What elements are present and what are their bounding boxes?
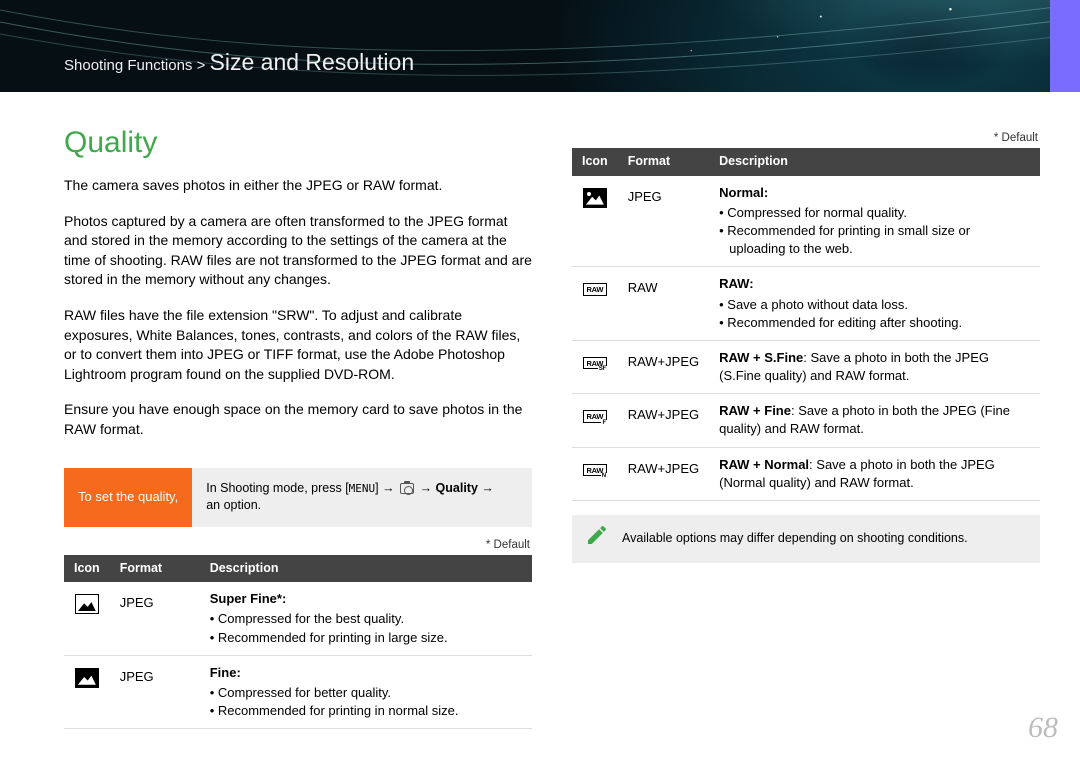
format-cell: RAW: [618, 267, 709, 341]
raw-icon: RAW: [583, 283, 607, 296]
para-1: The camera saves photos in either the JP…: [64, 176, 532, 196]
th-icon: Icon: [572, 148, 618, 176]
format-cell: RAW+JPEG: [618, 447, 709, 500]
table-row: RAWF RAW+JPEG RAW + Fine: Save a photo i…: [572, 394, 1040, 447]
page-body: Quality The camera saves photos in eithe…: [0, 92, 1080, 729]
camera-icon: [400, 483, 414, 494]
instr-text: In Shooting mode, press [: [206, 481, 348, 495]
raw-sfine-icon: RAWSF: [583, 357, 607, 370]
quality-table-right: Icon Format Description JPEG Normal: Com…: [572, 148, 1040, 501]
para-4: Ensure you have enough space on the memo…: [64, 400, 532, 439]
row-title: Super Fine*:: [210, 591, 287, 606]
instr-text: →: [478, 481, 494, 495]
format-cell: RAW+JPEG: [618, 394, 709, 447]
para-3: RAW files have the file extension "SRW".…: [64, 306, 532, 384]
row-title: RAW:: [719, 276, 753, 291]
table-row: JPEG Super Fine*: Compressed for the bes…: [64, 582, 532, 655]
breadcrumb-sep: >: [197, 57, 206, 74]
set-quality-instruction: In Shooting mode, press [MENU] → → Quali…: [192, 468, 532, 527]
page-number: 68: [1028, 707, 1058, 749]
table-row: JPEG Fine: Compressed for better quality…: [64, 655, 532, 729]
set-quality-label: To set the quality,: [64, 468, 192, 527]
menu-key: MENU: [349, 481, 376, 496]
breadcrumb-parent: Shooting Functions: [64, 57, 192, 74]
default-note-left: * Default: [64, 537, 530, 553]
th-icon: Icon: [64, 555, 110, 583]
note-box: Available options may differ depending o…: [572, 515, 1040, 563]
bullet: Compressed for better quality.: [210, 684, 522, 702]
raw-fine-icon: RAWF: [583, 410, 607, 423]
set-quality-box: To set the quality, In Shooting mode, pr…: [64, 468, 532, 527]
superfine-icon: [75, 594, 99, 614]
note-icon: [572, 523, 622, 555]
raw-normal-icon: RAWN: [583, 464, 607, 477]
bullet: Compressed for normal quality.: [719, 204, 1030, 222]
format-cell: RAW+JPEG: [618, 340, 709, 393]
table-row: RAW RAW RAW: Save a photo without data l…: [572, 267, 1040, 341]
bullet: Save a photo without data loss.: [719, 296, 1030, 314]
fine-icon: [75, 668, 99, 688]
instr-text: an option.: [206, 497, 518, 515]
quality-table-left: Icon Format Description JPEG Super Fine*…: [64, 555, 532, 730]
row-title: RAW + Normal: [719, 457, 809, 472]
bullet: Recommended for printing in normal size.: [210, 702, 522, 720]
table-row: JPEG Normal: Compressed for normal quali…: [572, 176, 1040, 267]
bullet: Recommended for editing after shooting.: [719, 314, 1030, 332]
instr-text: ] →: [375, 481, 398, 495]
row-title: Normal:: [719, 185, 768, 200]
th-format: Format: [618, 148, 709, 176]
right-column: * Default Icon Format Description JPEG N…: [572, 122, 1040, 729]
row-title: RAW + Fine: [719, 403, 791, 418]
breadcrumb: Shooting Functions > Size and Resolution: [64, 46, 414, 78]
breadcrumb-current: Size and Resolution: [210, 49, 415, 75]
note-text: Available options may differ depending o…: [622, 530, 1026, 548]
th-format: Format: [110, 555, 200, 583]
row-title: Fine:: [210, 665, 241, 680]
left-column: Quality The camera saves photos in eithe…: [64, 122, 532, 729]
para-2: Photos captured by a camera are often tr…: [64, 212, 532, 290]
row-title: RAW + S.Fine: [719, 350, 803, 365]
bullet: Recommended for printing in small size o…: [719, 222, 1030, 258]
section-title: Quality: [64, 122, 532, 164]
page-header: Shooting Functions > Size and Resolution: [0, 0, 1080, 92]
th-desc: Description: [709, 148, 1040, 176]
format-cell: JPEG: [110, 582, 200, 655]
default-note-right: * Default: [572, 130, 1038, 146]
format-cell: JPEG: [110, 655, 200, 729]
format-cell: JPEG: [618, 176, 709, 267]
instr-bold: Quality: [436, 481, 478, 495]
table-row: RAWSF RAW+JPEG RAW + S.Fine: Save a phot…: [572, 340, 1040, 393]
bullet: Compressed for the best quality.: [210, 610, 522, 628]
bullet: Recommended for printing in large size.: [210, 629, 522, 647]
section-color-tab: [1050, 0, 1080, 92]
table-row: RAWN RAW+JPEG RAW + Normal: Save a photo…: [572, 447, 1040, 500]
instr-text: →: [416, 481, 435, 495]
th-desc: Description: [200, 555, 532, 583]
normal-icon: [583, 188, 607, 208]
